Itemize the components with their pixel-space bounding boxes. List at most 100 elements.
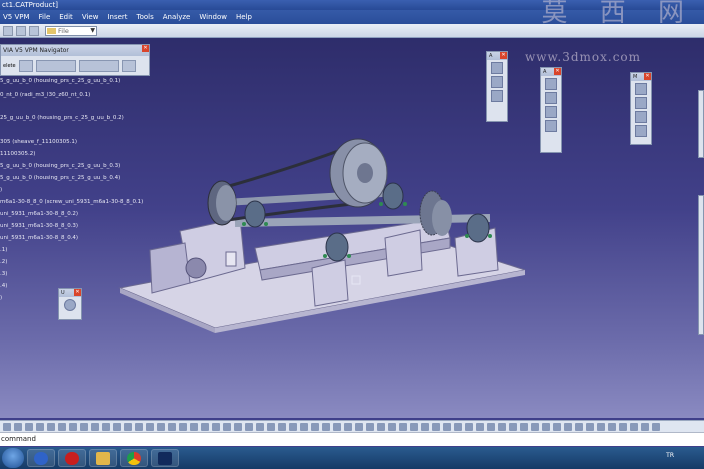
toolbar-button-icon[interactable] (190, 422, 198, 431)
toolbar-button-icon[interactable] (322, 422, 330, 431)
toolbar-button-icon[interactable] (608, 422, 616, 431)
toolbar-button-icon[interactable] (454, 422, 462, 431)
toolbar-button-icon[interactable] (3, 422, 11, 431)
taskbar-media-player[interactable] (27, 449, 55, 467)
tool-icon[interactable] (545, 78, 557, 90)
toolbar-button-icon[interactable] (311, 422, 319, 431)
toolbar-button-icon[interactable] (553, 422, 561, 431)
tool-icon[interactable] (635, 125, 647, 137)
tree-node[interactable]: .1) (0, 247, 7, 253)
tree-node[interactable]: 5_g_uu_b_0 (housing_prs_c_25_g_uu_b_0.3) (0, 163, 120, 169)
tool-icon[interactable] (635, 111, 647, 123)
toolbar-button-icon[interactable] (333, 422, 341, 431)
toolbar-button-icon[interactable] (69, 422, 77, 431)
toolbar-button-icon[interactable] (289, 422, 297, 431)
menu-tools[interactable]: Tools (137, 13, 154, 21)
menu-file[interactable]: File (39, 13, 51, 21)
toolbar-button-icon[interactable] (146, 422, 154, 431)
toolbar-button-icon[interactable] (520, 422, 528, 431)
refresh-icon[interactable] (121, 60, 136, 72)
menu-view[interactable]: View (82, 13, 99, 21)
toolbar-button-icon[interactable] (630, 422, 638, 431)
tool-icon[interactable] (545, 92, 557, 104)
toolbar-button-icon[interactable] (388, 422, 396, 431)
toolbar-button-icon[interactable] (91, 422, 99, 431)
toolbar-button-icon[interactable] (575, 422, 583, 431)
toolbar-button-icon[interactable] (564, 422, 572, 431)
toolbar-button-icon[interactable] (300, 422, 308, 431)
start-button[interactable] (2, 448, 24, 468)
toolbar-button-icon[interactable] (619, 422, 627, 431)
tray-language[interactable]: TR (666, 452, 674, 459)
toolbar-button-icon[interactable] (36, 422, 44, 431)
close-icon[interactable]: ✕ (142, 45, 149, 52)
filter-field-icon[interactable] (78, 60, 119, 72)
toolbar-button-icon[interactable] (542, 422, 550, 431)
toolbar-button-icon[interactable] (256, 422, 264, 431)
toolbar-button-icon[interactable] (366, 422, 374, 431)
toolbar-button-icon[interactable] (25, 422, 33, 431)
save-icon[interactable] (18, 60, 33, 72)
tree-node[interactable]: 25_g_uu_b_0 (housing_prs_c_25_g_uu_b_0.2… (0, 115, 124, 121)
close-icon[interactable]: ✕ (500, 52, 507, 59)
menu-insert[interactable]: Insert (107, 13, 127, 21)
menu-v5vpm[interactable]: V5 VPM (3, 13, 30, 21)
toolbar-button-icon[interactable] (432, 422, 440, 431)
taskbar-opera[interactable] (58, 449, 86, 467)
tree-node[interactable]: uni_5931_m6a1-30-8_8_0.3) (0, 223, 78, 229)
tree-node[interactable]: uni_5931_m6a1-30-8_8_0.4) (0, 235, 78, 241)
toolbar-button-icon[interactable] (102, 422, 110, 431)
tree-node[interactable]: ) (0, 295, 2, 301)
redo-icon[interactable] (16, 25, 26, 36)
command-bar[interactable]: command (0, 432, 704, 446)
taskbar-chrome[interactable] (120, 449, 148, 467)
tool-icon[interactable] (491, 90, 503, 102)
toolbar-button-icon[interactable] (498, 422, 506, 431)
taskbar-explorer[interactable] (89, 449, 117, 467)
toolbar-button-icon[interactable] (410, 422, 418, 431)
assembly-model[interactable] (0, 38, 704, 418)
open-icon[interactable] (29, 25, 39, 36)
toolbar-button-icon[interactable] (113, 422, 121, 431)
rotate-icon[interactable] (64, 299, 76, 311)
toolbar-button-icon[interactable] (80, 422, 88, 431)
tree-node[interactable]: 305 (sheave_f_11100305.1) (0, 139, 77, 145)
toolbar-button-icon[interactable] (487, 422, 495, 431)
toolbar-button-icon[interactable] (586, 422, 594, 431)
toolbar-button-icon[interactable] (421, 422, 429, 431)
query-field-icon[interactable] (35, 60, 76, 72)
file-combo[interactable]: File ▼ (45, 25, 97, 36)
close-icon[interactable]: ✕ (554, 68, 561, 75)
toolbar-button-icon[interactable] (135, 422, 143, 431)
tree-node[interactable]: uni_5931_m6a1-30-8_8_0.2) (0, 211, 78, 217)
taskbar-catia[interactable] (151, 449, 179, 467)
toolbar-button-icon[interactable] (201, 422, 209, 431)
toolbar-button-icon[interactable] (652, 422, 660, 431)
toolbar-button-icon[interactable] (377, 422, 385, 431)
toolbar-button-icon[interactable] (355, 422, 363, 431)
toolbar-button-icon[interactable] (641, 422, 649, 431)
toolbar-button-icon[interactable] (157, 422, 165, 431)
undo-icon[interactable] (3, 25, 13, 36)
toolbar-button-icon[interactable] (168, 422, 176, 431)
toolbar-button-icon[interactable] (179, 422, 187, 431)
tree-node[interactable]: 5_g_uu_b_0 (housing_prs_c_25_g_uu_b_0.1) (0, 78, 120, 84)
menu-analyze[interactable]: Analyze (163, 13, 191, 21)
toolbar-button-icon[interactable] (344, 422, 352, 431)
tree-node[interactable]: 0_nt_0 (radi_m3_l30_z60_nt_0.1) (0, 92, 90, 98)
tool-icon[interactable] (491, 76, 503, 88)
toolbar-button-icon[interactable] (212, 422, 220, 431)
toolbar-button-icon[interactable] (399, 422, 407, 431)
toolbar-button-icon[interactable] (278, 422, 286, 431)
toolbar-button-icon[interactable] (465, 422, 473, 431)
menu-help[interactable]: Help (236, 13, 252, 21)
tree-node[interactable]: 11100305.2) (0, 151, 35, 157)
tool-icon[interactable] (545, 120, 557, 132)
toolbar-button-icon[interactable] (223, 422, 231, 431)
toolbar-button-icon[interactable] (245, 422, 253, 431)
close-icon[interactable]: ✕ (74, 289, 81, 296)
menu-window[interactable]: Window (199, 13, 227, 21)
tool-icon[interactable] (491, 62, 503, 74)
toolbar-button-icon[interactable] (267, 422, 275, 431)
toolbar-button-icon[interactable] (509, 422, 517, 431)
